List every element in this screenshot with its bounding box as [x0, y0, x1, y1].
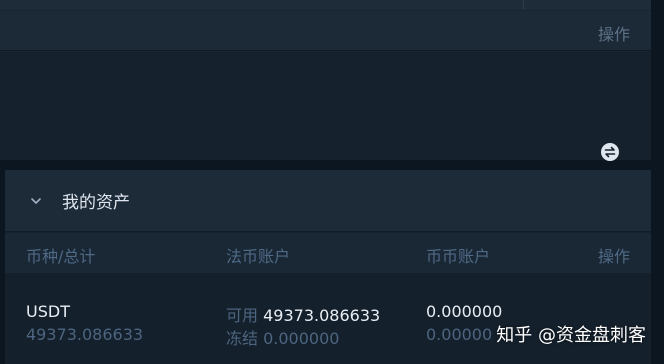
column-header-coin-account: 币币账户 — [426, 247, 491, 266]
transfer-icon[interactable] — [600, 142, 620, 162]
orders-table-header: 操作 — [0, 11, 651, 51]
column-header-fiat-account: 法币账户 — [226, 247, 291, 266]
fiat-frozen-value: 0.000000 — [263, 329, 340, 348]
orders-table-body — [0, 52, 651, 160]
orders-panel-top-strip — [0, 0, 651, 10]
chevron-down-icon[interactable] — [29, 194, 43, 208]
fiat-frozen: 冻结 0.000000 — [226, 325, 339, 349]
currency-name: USDT — [26, 302, 70, 321]
table-row: USDT 49373.086633 可用 49373.086633 冻结 0.0… — [5, 273, 651, 364]
orders-action-column-header: 操作 — [597, 25, 630, 44]
assets-table-header: 币种/总计 法币账户 币币账户 操作 — [5, 233, 651, 273]
column-header-currency: 币种/总计 — [26, 247, 96, 266]
fiat-available: 可用 49373.086633 — [226, 302, 380, 326]
currency-total: 49373.086633 — [26, 325, 144, 344]
column-header-action: 操作 — [598, 247, 631, 266]
orders-panel: 操作 — [0, 0, 651, 160]
fiat-frozen-label: 冻结 — [226, 329, 259, 348]
watermark: 知乎 @资金盘刺客 — [496, 325, 646, 346]
column-divider — [523, 0, 524, 10]
my-assets-panel-header[interactable]: 我的资产 — [5, 170, 651, 232]
coin-available-value: 0.000000 — [426, 302, 503, 321]
my-assets-title: 我的资产 — [62, 193, 130, 213]
scrollbar-track[interactable] — [651, 0, 664, 364]
fiat-available-label: 可用 — [226, 306, 259, 325]
fiat-available-value: 49373.086633 — [263, 306, 381, 325]
coin-frozen-value: 0.00000 — [426, 325, 493, 344]
app-window: 操作 我的资产 币种/总计 法币账户 币币账户 操作 USDT 49373.08… — [0, 0, 664, 364]
